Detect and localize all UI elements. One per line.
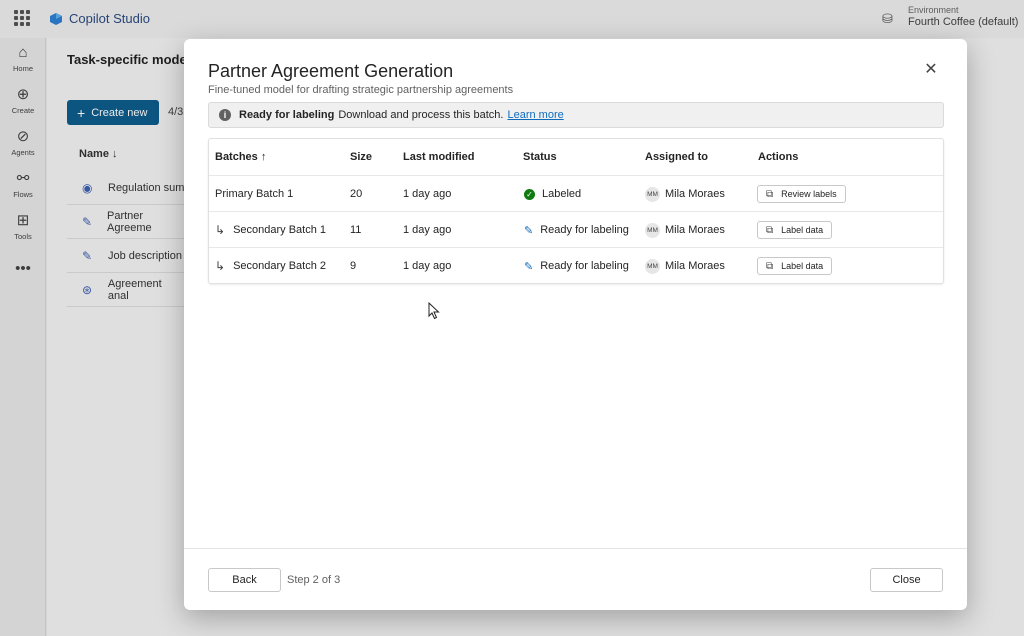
child-arrow-icon: ↳ <box>215 223 226 237</box>
batch-size: 9 <box>350 260 357 272</box>
batch-size: 20 <box>350 188 363 200</box>
action-label: Label data <box>781 261 824 271</box>
column-header-batches[interactable]: Batches ↑ <box>215 151 266 163</box>
status-text: Ready for labeling <box>540 224 629 236</box>
assignee-cell: MM Mila Moraes <box>645 248 725 284</box>
info-title: Ready for labeling <box>239 109 335 121</box>
dialog-subtitle: Fine-tuned model for drafting strategic … <box>208 84 514 96</box>
learn-more-link[interactable]: Learn more <box>507 109 563 121</box>
label-data-button[interactable]: ⧉ Label data <box>757 257 833 275</box>
dialog-footer: Back Step 2 of 3 Close <box>184 548 967 610</box>
batches-table: Batches ↑ Size Last modified Status Assi… <box>208 138 944 284</box>
dialog-title: Partner Agreement Generation <box>208 61 454 81</box>
back-button[interactable]: Back <box>208 568 281 592</box>
status-cell: ✓ Labeled <box>524 176 581 212</box>
status-text: Ready for labeling <box>540 260 629 272</box>
column-header-actions: Actions <box>758 151 799 163</box>
assignee-cell: MM Mila Moraes <box>645 176 725 212</box>
mouse-pointer-icon <box>428 302 440 320</box>
checkmark-circle-icon: ✓ <box>524 188 535 200</box>
batch-name-text: Secondary Batch 1 <box>233 224 327 236</box>
open-external-icon: ⧉ <box>766 224 774 236</box>
action-label: Label data <box>781 225 824 235</box>
child-arrow-icon: ↳ <box>215 259 226 273</box>
column-header-status: Status <box>523 151 557 163</box>
column-header-size: Size <box>350 151 373 163</box>
batch-name: ↳ Secondary Batch 1 <box>215 212 326 248</box>
last-modified: 1 day ago <box>403 260 452 272</box>
assignee-name: Mila Moraes <box>665 224 725 236</box>
info-message-bar: i Ready for labeling Download and proces… <box>208 102 944 128</box>
table-row[interactable]: Primary Batch 1 20 1 day ago ✓ Labeled M… <box>209 175 943 211</box>
assignee-name: Mila Moraes <box>665 260 725 272</box>
batch-dialog: Partner Agreement Generation Fine-tuned … <box>184 39 967 610</box>
avatar: MM <box>645 258 660 274</box>
action-cell: ⧉ Label data <box>757 248 833 284</box>
open-external-icon: ⧉ <box>766 260 774 272</box>
column-header-last-modified: Last modified <box>403 151 475 163</box>
close-icon[interactable]: ✕ <box>922 61 940 79</box>
batch-name: Primary Batch 1 <box>215 176 293 212</box>
pencil-icon: ✎ <box>524 224 534 237</box>
avatar: MM <box>645 186 660 202</box>
info-icon: i <box>219 109 231 121</box>
table-row[interactable]: ↳ Secondary Batch 1 11 1 day ago ✎ Ready… <box>209 211 943 247</box>
open-external-icon: ⧉ <box>766 188 774 200</box>
batch-name-text: Secondary Batch 2 <box>233 260 327 272</box>
step-indicator: Step 2 of 3 <box>287 574 341 586</box>
label-data-button[interactable]: ⧉ Label data <box>757 221 833 239</box>
status-text: Labeled <box>542 188 582 200</box>
assignee-name: Mila Moraes <box>665 188 725 200</box>
column-header-assigned-to: Assigned to <box>645 151 708 163</box>
batch-name: ↳ Secondary Batch 2 <box>215 248 326 284</box>
info-text: Download and process this batch. <box>338 109 504 121</box>
action-cell: ⧉ Review labels <box>757 176 846 212</box>
pencil-icon: ✎ <box>524 260 534 273</box>
review-labels-button[interactable]: ⧉ Review labels <box>757 185 846 203</box>
close-button[interactable]: Close <box>870 568 943 592</box>
action-label: Review labels <box>781 189 837 199</box>
last-modified: 1 day ago <box>403 188 452 200</box>
batch-size: 11 <box>350 224 362 236</box>
table-row[interactable]: ↳ Secondary Batch 2 9 1 day ago ✎ Ready … <box>209 247 943 283</box>
last-modified: 1 day ago <box>403 224 452 236</box>
batch-name-text: Primary Batch 1 <box>215 188 294 200</box>
action-cell: ⧉ Label data <box>757 212 833 248</box>
status-cell: ✎ Ready for labeling <box>524 248 629 284</box>
assignee-cell: MM Mila Moraes <box>645 212 725 248</box>
avatar: MM <box>645 222 660 238</box>
status-cell: ✎ Ready for labeling <box>524 212 629 248</box>
